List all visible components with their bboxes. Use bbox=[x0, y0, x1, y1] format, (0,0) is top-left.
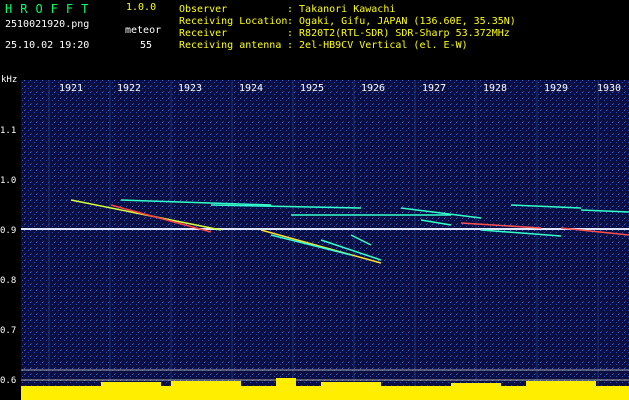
spectrogram bbox=[21, 80, 629, 400]
freq-tick-0-9: 0.9 bbox=[0, 226, 17, 236]
time-tick-1924: 1924 bbox=[239, 83, 264, 94]
time-tick-1923: 1923 bbox=[178, 83, 203, 94]
freq-tick-0-8: 0.8 bbox=[0, 276, 17, 286]
time-tick-1922: 1922 bbox=[117, 83, 142, 94]
freq-tick-1-1: 1.1 bbox=[0, 126, 17, 136]
receiver-value: : R820T2(RTL-SDR) SDR-Sharp 53.372MHz bbox=[287, 28, 510, 39]
time-tick-1926: 1926 bbox=[361, 83, 386, 94]
observer-value: : Takanori Kawachi bbox=[287, 4, 396, 15]
hrofft-window: HROFFT 1.0.0 2510021920.png 25.10.02 19:… bbox=[0, 0, 629, 400]
location-value: : Ogaki, Gifu, JAPAN (136.60E, 35.35N) bbox=[287, 16, 516, 27]
time-tick-1925: 1925 bbox=[300, 83, 325, 94]
time-tick-1928: 1928 bbox=[483, 83, 508, 94]
time-tick-1927: 1927 bbox=[422, 83, 447, 94]
app-version: 1.0.0 bbox=[126, 2, 157, 13]
app-title: HROFFT bbox=[5, 2, 97, 16]
datetime-label: 25.10.02 19:20 bbox=[5, 40, 90, 51]
freq-tick-0-6: 0.6 bbox=[0, 376, 17, 386]
antenna-value: : 2el-HB9CV Vertical (el. E-W) bbox=[287, 40, 468, 51]
freq-tick-0-7: 0.7 bbox=[0, 326, 17, 336]
antenna-label: Receiving antenna bbox=[179, 40, 282, 51]
time-tick-1929: 1929 bbox=[544, 83, 569, 94]
noise-background bbox=[21, 80, 629, 400]
time-tick-1930: 1930 bbox=[597, 83, 622, 94]
meteor-label: meteor bbox=[125, 25, 162, 36]
meteor-count: 55 bbox=[140, 40, 153, 51]
location-label: Receiving Location bbox=[179, 16, 288, 27]
freq-tick-1-0: 1.0 bbox=[0, 176, 17, 186]
time-tick-1921: 1921 bbox=[59, 83, 84, 94]
observer-label: Observer bbox=[179, 4, 228, 15]
receiver-label: Receiver bbox=[179, 28, 228, 39]
frequency-unit-label: kHz bbox=[1, 75, 18, 85]
spectrogram-canvas bbox=[21, 80, 629, 400]
filename-label: 2510021920.png bbox=[5, 19, 90, 30]
